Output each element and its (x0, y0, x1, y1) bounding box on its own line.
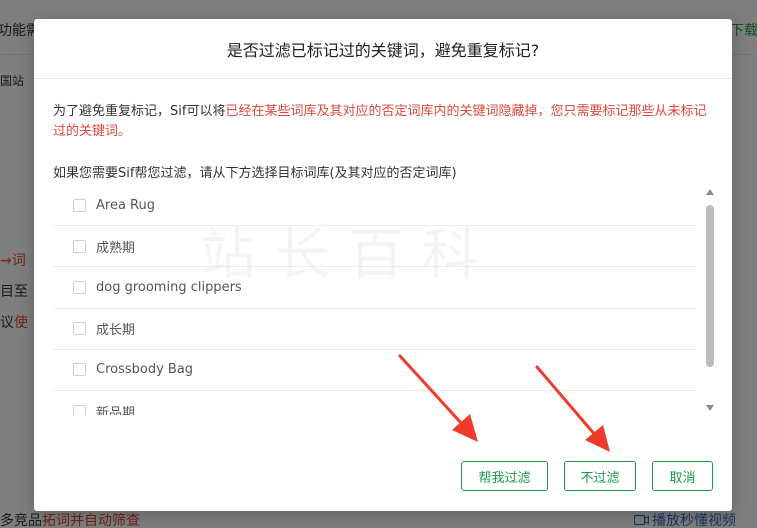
list-item[interactable]: Area Rug (53, 185, 697, 227)
scroll-up-arrow-icon[interactable] (706, 189, 714, 195)
list-scrollbar[interactable] (704, 185, 716, 415)
scroll-down-arrow-icon[interactable] (706, 405, 714, 411)
list-item-label: 成长期 (96, 323, 136, 339)
modal-header: 是否过滤已标记过的关键词，避免重复标记? (34, 19, 732, 79)
list-item-label: 新品期 (96, 405, 136, 415)
list-item[interactable]: dog grooming clippers (53, 267, 697, 309)
no-filter-button[interactable]: 不过滤 (564, 461, 636, 491)
checkbox[interactable] (73, 404, 86, 415)
checkbox[interactable] (73, 363, 86, 377)
list-item-label: Crossbody Bag (96, 362, 194, 378)
list-item[interactable]: 成熟期 (53, 226, 697, 268)
list-item-label: 成熟期 (96, 240, 136, 256)
checkbox[interactable] (73, 322, 86, 336)
list-item-label: dog grooming clippers (96, 279, 242, 295)
filter-modal: 是否过滤已标记过的关键词，避免重复标记? 为了避免重复标记，Sif可以将已经在某… (34, 19, 732, 511)
checkbox[interactable] (73, 239, 86, 253)
list-item[interactable]: 新品期 (53, 391, 697, 415)
cancel-button[interactable]: 取消 (652, 461, 713, 491)
checkbox[interactable] (73, 198, 86, 212)
list-item[interactable]: 成长期 (53, 309, 697, 350)
modal-intro: 为了避免重复标记，Sif可以将已经在某些词库及其对应的否定词库内的关键词隐藏掉，… (53, 102, 713, 142)
scrollbar-thumb[interactable] (706, 205, 714, 367)
modal-title: 是否过滤已标记过的关键词，避免重复标记? (226, 40, 540, 60)
intro-plain-text: 为了避免重复标记，Sif可以将 (53, 104, 226, 119)
checkbox[interactable] (73, 280, 86, 294)
keyword-library-list[interactable]: Area Rug 成熟期 dog grooming clippers 成长期 C… (53, 185, 716, 415)
list-item-label: Area Rug (96, 197, 155, 213)
filter-for-me-button[interactable]: 帮我过滤 (461, 461, 548, 491)
list-item[interactable]: Crossbody Bag (53, 350, 697, 391)
modal-instruction: 如果您需要Sif帮您过滤，请从下方选择目标词库(及其对应的否定词库) (53, 166, 457, 181)
